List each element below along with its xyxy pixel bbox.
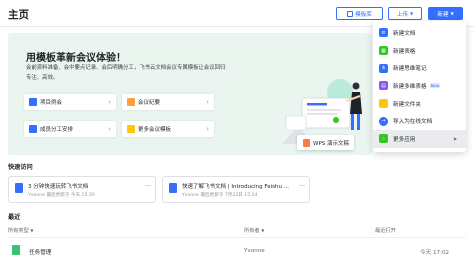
page-title: 主页 bbox=[8, 9, 29, 21]
quick-access-card-meta: Yvonne 最后更新于 7月22日 15:24 bbox=[182, 193, 258, 198]
table-divider bbox=[8, 237, 466, 238]
menu-item-label: 新建文档 bbox=[393, 30, 416, 37]
card-label: 成员分工安排 bbox=[40, 127, 74, 133]
doc-icon bbox=[15, 183, 23, 193]
card-label: 更多会议模板 bbox=[138, 127, 172, 133]
menu-item-new-folder[interactable]: 新建文件夹 bbox=[373, 95, 466, 113]
menu-item-label: 导入为在线文档 bbox=[393, 119, 433, 126]
filter-owner[interactable]: 所有者 ▼ bbox=[244, 227, 264, 234]
filter-owner-label: 所有者 bbox=[244, 228, 260, 234]
template-library-label: 模板库 bbox=[355, 11, 372, 18]
menu-item-new-mindnote[interactable]: ⋔ 新建思维笔记 bbox=[373, 59, 466, 77]
chevron-right-icon: › bbox=[108, 98, 111, 106]
chevron-down-icon: ▼ bbox=[450, 11, 454, 16]
chevron-right-icon: › bbox=[206, 98, 209, 106]
presentation-icon bbox=[303, 138, 310, 147]
quick-access-card[interactable]: 3 分钟快速玩转飞书文档 Yvonne 最后更新于 今天 15:30 ··· bbox=[8, 176, 156, 203]
template-card-more-templates[interactable]: 更多会议模板 › bbox=[122, 121, 214, 137]
chevron-down-icon: ▼ bbox=[410, 11, 414, 16]
template-card-meeting-minutes[interactable]: 会议纪要 › bbox=[122, 94, 214, 110]
doc-icon bbox=[169, 183, 177, 193]
menu-item-new-bitable[interactable]: ▤ 新建多维表格 Beta bbox=[373, 77, 466, 95]
new-dropdown-menu: ≡ 新建文档 ▦ 新建表格 ⋔ 新建思维笔记 ▤ 新建多维表格 Beta 新建文… bbox=[373, 21, 466, 152]
more-templates-icon bbox=[127, 125, 135, 133]
new-button[interactable]: 新建 ▼ bbox=[428, 7, 463, 20]
row-name[interactable]: 任务管理 bbox=[29, 248, 51, 256]
template-icon bbox=[347, 10, 354, 17]
menu-item-new-doc[interactable]: ≡ 新建文档 bbox=[373, 24, 466, 42]
banner-title: 用模板革新会议体验！ bbox=[26, 53, 126, 64]
row-time: 今天 17:02 bbox=[420, 250, 450, 256]
quick-access-card-title: 快速了解飞书文档 | Introducing Feishu ... bbox=[182, 184, 289, 190]
bitable-icon: ▤ bbox=[379, 81, 388, 91]
recent-title: 最近 bbox=[8, 214, 21, 221]
banner-description: 会前资料准备、会中要点记录、会后明确分工，飞书云文档会议专属模板让会议回归专注、… bbox=[26, 65, 226, 81]
menu-item-label: 新建多维表格 bbox=[393, 83, 427, 90]
new-label: 新建 bbox=[437, 11, 449, 18]
mindnote-icon: ⋔ bbox=[379, 63, 388, 73]
menu-item-new-sheet[interactable]: ▦ 新建表格 bbox=[373, 42, 466, 60]
quick-access-card-title: 3 分钟快速玩转飞书文档 bbox=[28, 184, 89, 190]
chevron-down-icon: ▼ bbox=[30, 228, 34, 233]
wps-label: WPS 演示文稿 bbox=[313, 140, 349, 147]
sheet-icon bbox=[12, 245, 20, 255]
template-card-task-assignment[interactable]: 成员分工安排 › bbox=[24, 121, 116, 137]
notes-icon bbox=[127, 98, 135, 106]
card-label: 项目例会 bbox=[40, 100, 63, 106]
app-root: 主页 模板库 上传 ▼ 新建 ▼ 用模板革新会议体验！ 会前资料准备、会中要点记… bbox=[0, 0, 474, 261]
chevron-right-icon: › bbox=[206, 125, 209, 133]
menu-item-label: 新建思维笔记 bbox=[393, 66, 427, 73]
chevron-right-icon: ▶ bbox=[453, 136, 457, 142]
import-icon: → bbox=[379, 116, 388, 126]
menu-item-label: 更多应用 bbox=[393, 136, 416, 143]
quick-access-title: 快速访问 bbox=[8, 164, 33, 171]
doc-icon bbox=[29, 98, 37, 106]
template-card-project-meeting[interactable]: 项目例会 › bbox=[24, 94, 116, 110]
folder-icon bbox=[379, 99, 388, 109]
card-label: 会议纪要 bbox=[138, 100, 161, 106]
menu-item-label: 新建表格 bbox=[393, 48, 416, 55]
doc-icon: ≡ bbox=[379, 28, 388, 38]
chevron-down-icon: ▼ bbox=[261, 228, 265, 233]
row-owner: Yvonne bbox=[244, 248, 265, 254]
team-icon bbox=[29, 125, 37, 133]
sheet-icon: ▦ bbox=[379, 46, 388, 56]
more-icon[interactable]: ··· bbox=[299, 183, 305, 190]
filter-type-label: 所有类型 bbox=[8, 228, 29, 234]
template-library-button[interactable]: 模板库 bbox=[336, 7, 383, 20]
beta-badge: Beta bbox=[429, 83, 441, 89]
filter-type[interactable]: 所有类型 ▼ bbox=[8, 227, 34, 234]
upload-label: 上传 bbox=[396, 11, 409, 18]
apps-icon: ⁘ bbox=[379, 134, 388, 144]
wps-presentation-card[interactable]: WPS 演示文稿 bbox=[297, 135, 354, 150]
menu-item-import[interactable]: → 导入为在线文档 bbox=[373, 112, 466, 130]
more-icon[interactable]: ··· bbox=[145, 183, 151, 190]
sort-recent-opened[interactable]: 最近打开 bbox=[375, 227, 396, 234]
quick-access-card-meta: Yvonne 最后更新于 今天 15:30 bbox=[28, 193, 95, 198]
menu-item-label: 新建文件夹 bbox=[393, 101, 421, 108]
menu-item-more-apps[interactable]: ⁘ 更多应用 ▶ bbox=[373, 130, 466, 148]
upload-button[interactable]: 上传 ▼ bbox=[388, 7, 422, 20]
chevron-right-icon: › bbox=[108, 125, 111, 133]
quick-access-card[interactable]: 快速了解飞书文档 | Introducing Feishu ... Yvonne… bbox=[162, 176, 310, 203]
